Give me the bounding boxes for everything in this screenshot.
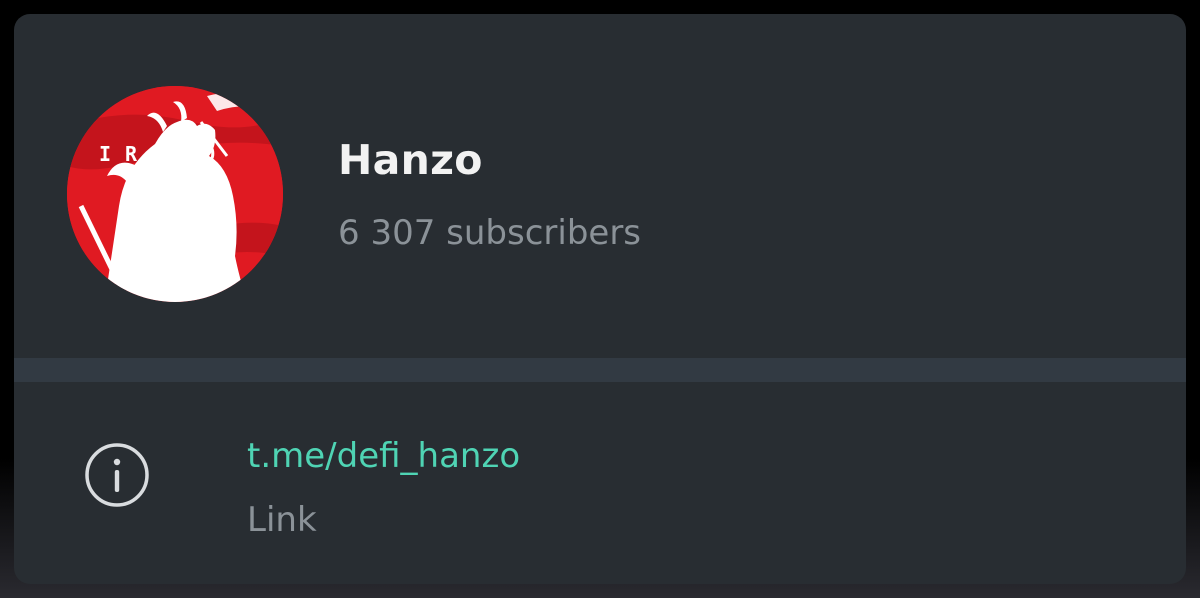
channel-info-card: IRDRO Hanzo 6 307 subscribers t.me/defi_… xyxy=(14,14,1186,584)
link-label: Link xyxy=(247,500,317,540)
channel-header: IRDRO Hanzo 6 307 subscribers xyxy=(14,14,1186,358)
subscriber-count: 6 307 subscribers xyxy=(338,213,642,253)
avatar[interactable]: IRDRO xyxy=(67,86,283,302)
section-divider xyxy=(14,358,1186,382)
avatar-image xyxy=(67,86,283,302)
channel-link[interactable]: t.me/defi_hanzo xyxy=(247,436,520,476)
link-info-row[interactable]: t.me/defi_hanzo Link xyxy=(14,382,1186,584)
avatar-lettering: IRDRO xyxy=(99,142,230,166)
info-icon xyxy=(84,442,150,508)
channel-name: Hanzo xyxy=(338,136,483,184)
